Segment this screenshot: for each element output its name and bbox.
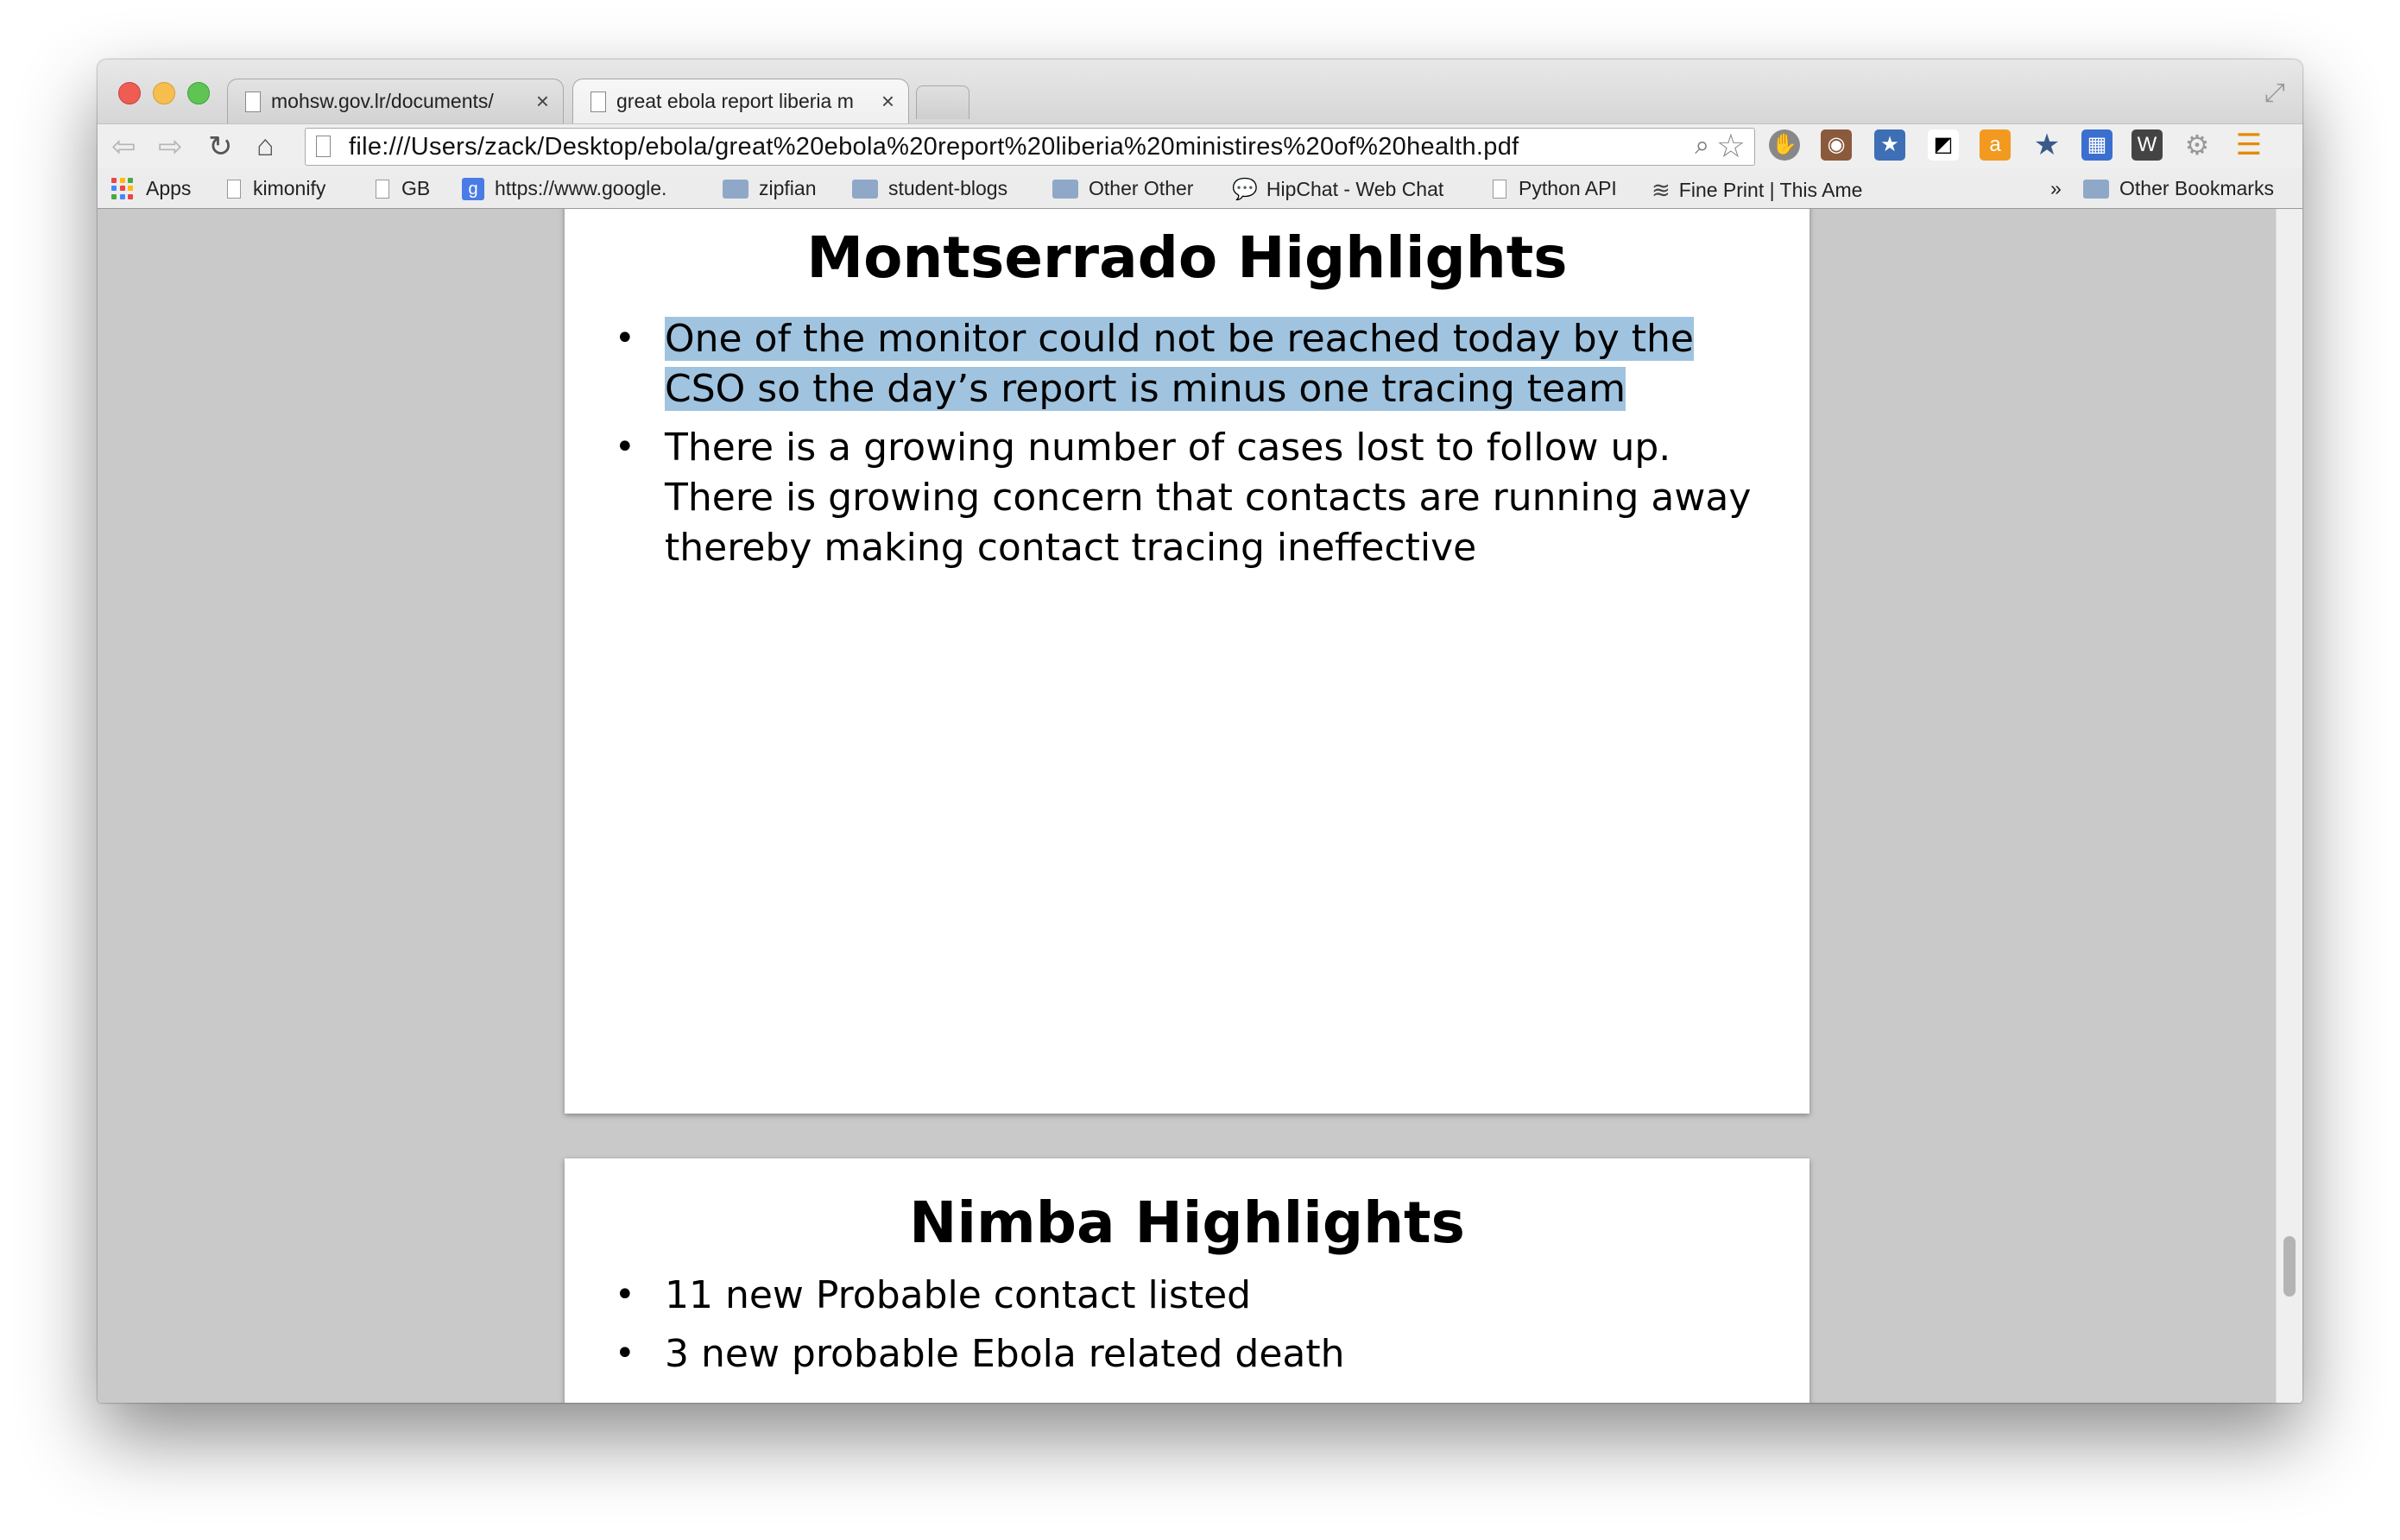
bullet-text[interactable]: There is a growing number of cases lost … — [665, 426, 1751, 570]
bookmark-other-bookmarks[interactable]: Other Bookmarks — [2083, 177, 2274, 200]
bookmark-label: Other Bookmarks — [2119, 177, 2274, 199]
google-icon: g — [462, 177, 484, 200]
bookmark-google[interactable]: g https://www.google. — [462, 177, 666, 200]
bullet-item: • 3 new probable Ebola related death — [615, 1332, 1345, 1376]
tab-close-icon[interactable]: × — [536, 88, 549, 115]
settings-gear-icon[interactable]: ⚙ — [2182, 129, 2213, 161]
page-icon — [316, 136, 331, 157]
bookmark-label: HipChat - Web Chat — [1266, 178, 1444, 200]
pdf-viewer[interactable]: Montserrado Highlights • One of the moni… — [98, 209, 2302, 1403]
bookmark-apps[interactable]: Apps — [111, 177, 191, 200]
fullscreen-icon[interactable]: ⤢ — [2264, 79, 2285, 108]
bookmark-other-other[interactable]: Other Other — [1052, 177, 1193, 200]
search-icon[interactable]: ⌕ — [1695, 131, 1709, 161]
tab-mohsw[interactable]: mohsw.gov.lr/documents/ × — [227, 79, 564, 123]
bullet-text[interactable]: 3 new probable Ebola related death — [665, 1332, 1345, 1376]
bullet-item: • One of the monitor could not be reache… — [615, 317, 1694, 411]
bookmarks-overflow-button[interactable]: » — [2050, 177, 2062, 200]
chevron-double-right-icon: » — [2050, 177, 2062, 199]
close-window-button[interactable] — [118, 82, 141, 104]
bookmark-hipchat[interactable]: 💬 HipChat - Web Chat — [1232, 177, 1443, 202]
bookmark-python-api[interactable]: Python API — [1493, 177, 1617, 200]
slide-title: Nimba Highlights — [909, 1190, 1465, 1256]
page-icon — [376, 179, 389, 199]
bullet-text[interactable]: 11 new Probable contact listed — [665, 1273, 1251, 1317]
star-extension-icon[interactable]: ★ — [1874, 129, 1905, 161]
bookmark-label: Fine Print | This Ame — [1678, 179, 1863, 201]
pdf-page: Montserrado Highlights • One of the moni… — [565, 209, 1809, 1114]
bookmark-manager-icon[interactable]: ★ — [2031, 129, 2062, 161]
folder-icon — [2083, 179, 2109, 199]
chat-icon: 💬 — [1232, 178, 1258, 201]
title-bar: mohsw.gov.lr/documents/ × great ebola re… — [98, 60, 2302, 123]
tab-ebola-report[interactable]: great ebola report liberia m × — [572, 79, 909, 123]
bookmark-label: zipfian — [759, 177, 817, 199]
apps-grid-icon — [111, 177, 134, 200]
folder-icon — [723, 179, 748, 199]
pdf-page: Nimba Highlights • 11 new Probable conta… — [565, 1158, 1809, 1403]
bookmark-student-blogs[interactable]: student-blogs — [852, 177, 1007, 200]
menu-icon[interactable]: ☰ — [2233, 129, 2264, 161]
new-tab-button[interactable] — [916, 85, 969, 119]
bookmark-label: kimonify — [253, 177, 326, 199]
reload-icon[interactable]: ↻ — [208, 129, 233, 164]
instagram-extension-icon[interactable]: ◉ — [1821, 129, 1852, 161]
tab-close-icon[interactable]: × — [881, 88, 894, 115]
bookmark-fine-print[interactable]: ≋ Fine Print | This Ame — [1652, 177, 1862, 204]
bookmark-kimonify[interactable]: kimonify — [227, 177, 325, 200]
vertical-scrollbar[interactable] — [2276, 209, 2302, 1403]
forward-arrow-icon[interactable]: ⇨ — [158, 129, 183, 164]
address-bar[interactable]: file:///Users/zack/Desktop/ebola/great%2… — [305, 128, 1755, 166]
page-icon — [227, 179, 241, 199]
selected-text[interactable]: One of the monitor could not be reached … — [665, 317, 1694, 411]
bookmark-label: Other Other — [1089, 177, 1194, 199]
folder-icon — [1052, 179, 1078, 199]
bookmark-label: GB — [401, 177, 431, 199]
bookmarks-bar: Apps kimonify GB g https://www.google. z… — [98, 168, 2302, 209]
rss-icon: ≋ — [1652, 177, 1671, 203]
bookmark-star-icon[interactable]: ☆ — [1716, 127, 1746, 166]
page-icon — [245, 91, 261, 112]
bookmark-zipfian[interactable]: zipfian — [723, 177, 816, 200]
page-icon — [1493, 179, 1506, 199]
slide-title: Montserrado Highlights — [806, 224, 1568, 291]
minimize-window-button[interactable] — [153, 82, 175, 104]
wikipedia-extension-icon[interactable]: W — [2132, 129, 2163, 161]
bookmark-label: https://www.google. — [495, 177, 667, 199]
bullet-item: • 11 new Probable contact listed — [615, 1273, 1252, 1317]
bookmark-gb[interactable]: GB — [376, 177, 430, 200]
zoom-window-button[interactable] — [187, 82, 210, 104]
folder-icon — [852, 179, 878, 199]
url-text[interactable]: file:///Users/zack/Desktop/ebola/great%2… — [349, 133, 1519, 161]
toolbar: ⇦ ⇨ ↻ ⌂ file:///Users/zack/Desktop/ebola… — [98, 123, 2302, 169]
bullet-list: • One of the monitor could not be reache… — [615, 314, 1758, 582]
browser-window: mohsw.gov.lr/documents/ × great ebola re… — [98, 60, 2302, 1403]
bookmark-label: Python API — [1519, 177, 1617, 199]
bookmark-label: Apps — [146, 177, 192, 199]
calendar-extension-icon[interactable]: ▦ — [2081, 129, 2113, 161]
back-arrow-icon[interactable]: ⇦ — [111, 129, 136, 164]
delicious-extension-icon[interactable]: ◩ — [1928, 129, 1959, 161]
scrollbar-thumb[interactable] — [2283, 1236, 2296, 1297]
tab-label: great ebola report liberia m — [616, 90, 854, 112]
bullet-item: • There is a growing number of cases los… — [615, 426, 1752, 570]
hand-extension-icon[interactable]: ✋ — [1769, 129, 1800, 161]
bullet-list: • 11 new Probable contact listed • 3 new… — [615, 1271, 1758, 1388]
home-icon[interactable]: ⌂ — [256, 129, 275, 163]
amazon-extension-icon[interactable]: a — [1980, 129, 2011, 161]
tab-label: mohsw.gov.lr/documents/ — [271, 90, 494, 112]
bookmark-label: student-blogs — [888, 177, 1008, 199]
page-icon — [591, 91, 606, 112]
